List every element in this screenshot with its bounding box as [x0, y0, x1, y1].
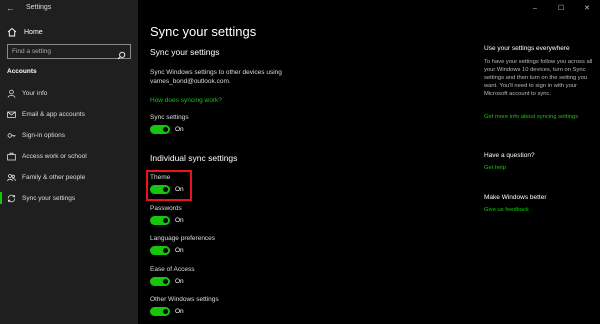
sidebar-item-sync-settings[interactable]: Sync your settings: [0, 191, 138, 205]
sidebar-item-access-work[interactable]: Access work or school: [0, 149, 138, 163]
more-info-syncing-link[interactable]: Get more info about syncing settings: [484, 113, 596, 121]
sidebar-item-label: Family & other people: [22, 173, 86, 181]
sync-settings-toggle-row: On: [150, 125, 184, 134]
home-label: Home: [24, 28, 43, 36]
section-title-sync: Sync your settings: [150, 47, 220, 57]
app-title: Settings: [26, 4, 52, 11]
make-windows-better-heading: Make Windows better: [484, 194, 547, 201]
maximize-icon[interactable]: ☐: [548, 0, 574, 16]
language-preferences-label: Language preferences: [150, 235, 216, 242]
have-a-question-heading: Have a question?: [484, 152, 535, 159]
person-icon: [7, 89, 16, 98]
give-feedback-link[interactable]: Give us feedback: [484, 206, 596, 214]
passwords-toggle-row: On: [150, 216, 184, 225]
sidebar-item-sign-in-options[interactable]: Sign-in options: [0, 128, 138, 142]
passwords-label: Passwords: [150, 205, 182, 212]
main-content: – ☐ ✕ Sync your settings Sync your setti…: [138, 0, 600, 324]
individual-sync-title: Individual sync settings: [150, 153, 238, 163]
sidebar-item-family[interactable]: Family & other people: [0, 170, 138, 184]
sync-settings-label: Sync settings: [150, 114, 189, 121]
get-help-link[interactable]: Get help: [484, 164, 596, 172]
other-windows-settings-label: Other Windows settings: [150, 296, 219, 303]
back-arrow-icon[interactable]: ←: [6, 3, 15, 13]
sync-description: Sync Windows settings to other devices u…: [150, 69, 282, 85]
sidebar-item-email-accounts[interactable]: Email & app accounts: [0, 107, 138, 121]
sidebar-item-label: Access work or school: [22, 152, 87, 160]
sidebar-item-your-info[interactable]: Your info: [0, 86, 138, 100]
ease-of-access-toggle[interactable]: [150, 277, 170, 286]
key-icon: [7, 131, 16, 140]
briefcase-icon: [7, 152, 16, 161]
home-nav-item[interactable]: Home: [0, 24, 138, 40]
other-windows-settings-toggle[interactable]: [150, 307, 170, 316]
sidebar-item-label: Your info: [22, 89, 48, 97]
sidebar-item-label: Email & app accounts: [22, 110, 85, 118]
passwords-toggle[interactable]: [150, 216, 170, 225]
window-controls: – ☐ ✕: [522, 0, 600, 16]
page-title: Sync your settings: [150, 24, 257, 39]
use-settings-everywhere-text: To have your settings follow you across …: [484, 59, 593, 97]
toggle-state: On: [175, 308, 184, 315]
how-syncing-works-link[interactable]: How does syncing work?: [150, 97, 222, 104]
minimize-icon[interactable]: –: [522, 0, 548, 16]
language-preferences-toggle-row: On: [150, 246, 184, 255]
search-icon[interactable]: [117, 47, 126, 60]
language-preferences-toggle[interactable]: [150, 246, 170, 255]
toggle-state: On: [175, 247, 184, 254]
people-icon: [7, 173, 16, 182]
search-box: [7, 44, 131, 60]
sync-settings-toggle[interactable]: [150, 125, 170, 134]
search-input[interactable]: [12, 48, 116, 55]
sidebar: ← Settings Home Accounts Your info Email…: [0, 0, 138, 324]
toggle-state: On: [175, 126, 184, 133]
title-bar: ← Settings: [0, 0, 138, 16]
sidebar-item-label: Sign-in options: [22, 131, 65, 139]
ease-of-access-toggle-row: On: [150, 277, 184, 286]
toggle-state: On: [175, 278, 184, 285]
home-icon: [7, 27, 17, 37]
mail-icon: [7, 110, 16, 119]
sync-icon: [7, 194, 16, 203]
sidebar-item-label: Sync your settings: [22, 194, 76, 202]
close-icon[interactable]: ✕: [574, 0, 600, 16]
ease-of-access-label: Ease of Access: [150, 266, 195, 273]
section-heading-accounts: Accounts: [7, 68, 37, 75]
highlight-box: [146, 170, 192, 201]
use-settings-everywhere-heading: Use your settings everywhere: [484, 45, 570, 52]
toggle-state: On: [175, 217, 184, 224]
other-windows-settings-toggle-row: On: [150, 307, 184, 316]
